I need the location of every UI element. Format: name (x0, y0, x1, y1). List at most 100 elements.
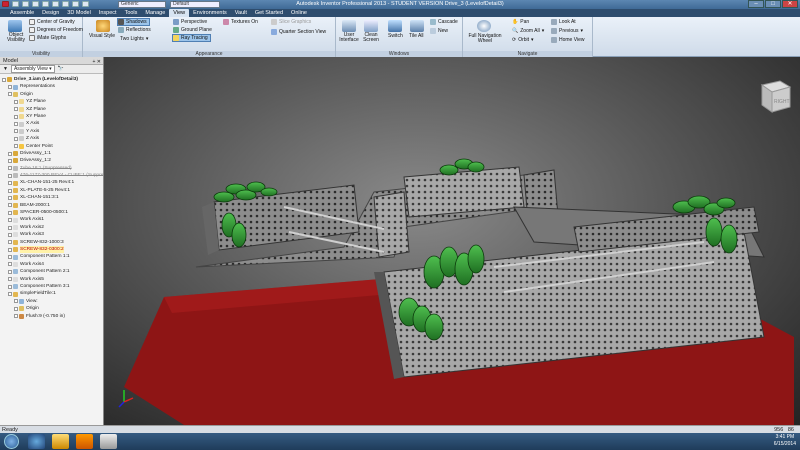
reflections-button[interactable]: Reflections (118, 27, 151, 33)
ground-plane-button[interactable]: Ground Plane (173, 27, 212, 33)
look-at-button[interactable]: Look At (551, 19, 576, 25)
tab-get-started[interactable]: Get Started (251, 9, 287, 17)
expand-icon[interactable] (8, 188, 12, 193)
expand-icon[interactable] (8, 247, 12, 252)
expand-icon[interactable] (8, 166, 12, 171)
perspective-button[interactable]: Perspective (173, 19, 207, 25)
maximize-button[interactable]: □ (765, 0, 781, 8)
expand-icon[interactable] (8, 203, 12, 208)
new-window-button[interactable]: New (430, 28, 448, 34)
expand-icon[interactable] (8, 210, 12, 215)
pan-button[interactable]: ✋ Pan (512, 19, 529, 25)
tree-node[interactable]: BEAM-2000:1 (0, 202, 103, 209)
tab-vault[interactable]: Vault (231, 9, 251, 17)
shadows-button[interactable]: Shadows (117, 18, 150, 26)
tree-node[interactable]: Work Axis5 (0, 276, 103, 283)
home-view-button[interactable]: Home View (551, 37, 584, 43)
expand-icon[interactable] (8, 262, 12, 267)
clean-screen-button[interactable]: Clean Screen (361, 33, 381, 43)
browser-close-icon[interactable]: + ✕ (93, 58, 102, 66)
tree-node[interactable]: Y Axis (0, 128, 103, 135)
tree-node[interactable]: X Axis (0, 120, 103, 127)
filter-icon[interactable]: ▼ (3, 66, 8, 72)
cascade-button[interactable]: Cascade (430, 19, 458, 25)
minimize-button[interactable]: – (748, 0, 764, 8)
expand-icon[interactable] (8, 255, 12, 260)
view-select[interactable]: Assembly View ▾ (10, 65, 55, 73)
expand-icon[interactable] (8, 218, 12, 223)
slice-graphics-button[interactable]: Slice Graphics (271, 19, 311, 25)
full-navigation-wheel-button[interactable]: Full Navigation Wheel (465, 34, 505, 44)
degrees-of-freedom-button[interactable]: Degrees of Freedom (29, 27, 83, 33)
media-player-icon[interactable] (76, 434, 93, 449)
explorer-icon[interactable] (52, 434, 69, 449)
tree-node[interactable]: Work Axis4 (0, 261, 103, 268)
clock[interactable]: 3:41 PM 6/15/2014 (774, 434, 796, 448)
tree-node[interactable]: Tube 16:1 (Suppressed) (0, 165, 103, 172)
expand-icon[interactable] (8, 225, 12, 230)
tab-environments[interactable]: Environments (189, 9, 231, 17)
expand-icon[interactable] (8, 195, 12, 200)
tree-node[interactable]: Z Axis (0, 135, 103, 142)
tab-design[interactable]: Design (38, 9, 63, 17)
tab-view[interactable]: View (169, 9, 190, 17)
tile-all-button[interactable]: Tile All (409, 33, 424, 39)
expand-icon[interactable] (2, 77, 6, 82)
expand-icon[interactable] (8, 284, 12, 289)
expand-icon[interactable] (14, 306, 18, 311)
tab-inspect[interactable]: Inspect (95, 9, 121, 17)
expand-icon[interactable] (14, 136, 18, 141)
lighting-select[interactable]: Two Lights ▾ (120, 36, 148, 42)
tree-node[interactable]: DriveAssy_1:2 (0, 157, 103, 164)
expand-icon[interactable] (8, 158, 12, 163)
expand-icon[interactable] (8, 173, 12, 178)
tab-3d-model[interactable]: 3D Model (63, 9, 95, 17)
tree-node[interactable]: Origin (0, 305, 103, 312)
expand-icon[interactable] (14, 129, 18, 134)
tree-node[interactable]: XZ Plane (0, 106, 103, 113)
imate-glyphs-button[interactable]: iMate Glyphs (29, 35, 66, 41)
expand-icon[interactable] (8, 277, 12, 282)
expand-icon[interactable] (14, 114, 18, 119)
tab-assemble[interactable]: Assemble (6, 9, 38, 17)
view-cube[interactable]: RIGHT (760, 80, 792, 113)
tree-node[interactable]: Representations (0, 83, 103, 90)
tree-node[interactable]: Origin (0, 91, 103, 98)
expand-icon[interactable] (14, 299, 18, 304)
tree-node[interactable]: Component Pattern 1:1 (0, 253, 103, 260)
tree-node[interactable]: SPACER-0500-0500:1 (0, 209, 103, 216)
tab-tools[interactable]: Tools (121, 9, 142, 17)
tree-node[interactable]: Drive_3.iam (LevelofDetail3) (0, 76, 103, 83)
expand-icon[interactable] (8, 181, 12, 186)
expand-icon[interactable] (14, 314, 18, 319)
expand-icon[interactable] (14, 144, 18, 149)
user-interface-button[interactable]: User Interface (337, 33, 361, 43)
expand-icon[interactable] (14, 122, 18, 127)
inventor-taskbar-icon[interactable] (100, 434, 117, 449)
center-of-gravity-button[interactable]: Center of Gravity (29, 19, 75, 25)
expand-icon[interactable] (8, 92, 12, 97)
tree-node[interactable]: Component Pattern 2:1 (0, 268, 103, 275)
start-button[interactable] (4, 434, 19, 449)
expand-icon[interactable] (14, 99, 18, 104)
tab-online[interactable]: Online (287, 9, 311, 17)
ray-tracing-button[interactable]: Ray Tracing (172, 34, 211, 42)
tree-node[interactable]: XL-CHAN-151:3:1 (0, 194, 103, 201)
tree-node[interactable]: SCREW-832-1000:3 (0, 239, 103, 246)
tree-node[interactable]: DriveAssy_1:1 (0, 150, 103, 157)
tree-node[interactable]: YZ Plane (0, 98, 103, 105)
textures-on-button[interactable]: Textures On (223, 19, 258, 25)
tab-manage[interactable]: Manage (141, 9, 169, 17)
tree-node[interactable]: View: (0, 298, 103, 305)
close-button[interactable]: ✕ (782, 0, 798, 8)
tree-node[interactable]: Work Axis1 (0, 216, 103, 223)
quarter-section-button[interactable]: Quarter Section View (271, 29, 326, 35)
tree-node[interactable]: 476-1177-300 REV4 - CUBE:1 (Suppressed) (0, 172, 115, 179)
object-visibility-button[interactable]: Object Visibility (3, 33, 29, 43)
tree-node[interactable]: Work Axis3 (0, 231, 103, 238)
visual-style-button[interactable]: Visual Style (89, 33, 115, 39)
expand-icon[interactable] (8, 151, 12, 156)
graphics-viewport[interactable]: RIGHT (104, 57, 800, 425)
ie-icon[interactable] (28, 434, 45, 449)
expand-icon[interactable] (8, 240, 12, 245)
